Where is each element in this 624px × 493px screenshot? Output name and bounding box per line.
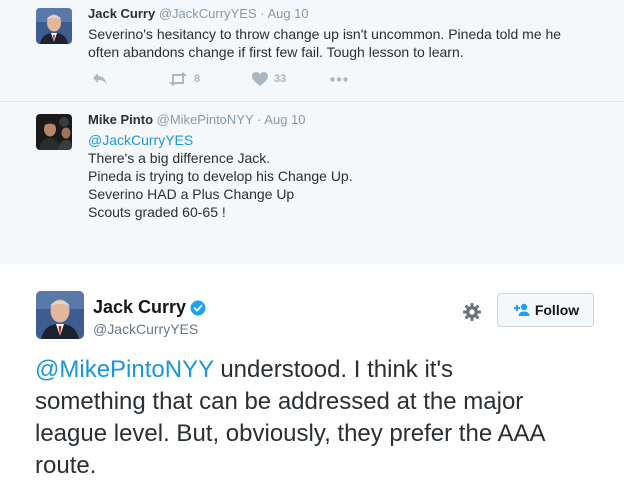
more-icon	[330, 77, 348, 82]
reply-icon	[93, 73, 107, 85]
tweet-line: Pineda is trying to develop his Change U…	[88, 168, 353, 184]
tweet-header: Jack Curry @JackCurryYES · Aug 10	[88, 6, 309, 21]
like-icon	[252, 72, 268, 86]
tweet-line-text: understood. I think it's	[213, 356, 454, 383]
tweet-text: Severino's hesitancy to throw change up …	[88, 25, 598, 61]
avatar[interactable]	[36, 114, 72, 150]
follow-user-icon	[513, 303, 530, 316]
timestamp[interactable]: Aug 10	[267, 6, 308, 21]
timestamp[interactable]: Aug 10	[264, 112, 305, 127]
avatar[interactable]	[36, 8, 72, 44]
tweet-line: league level. But, obviously, they prefe…	[35, 420, 546, 447]
follow-button[interactable]: Follow	[497, 293, 594, 327]
separator: ·	[257, 112, 262, 127]
follow-label: Follow	[534, 302, 580, 318]
username[interactable]: @JackCurryYES	[93, 321, 198, 337]
user-actions-button[interactable]	[460, 300, 484, 324]
username[interactable]: @MikePintoNYY	[157, 112, 254, 127]
tweet-line: @MikePintoNYY understood. I think it's	[35, 354, 605, 386]
permalink-tweet: Jack Curry @JackCurryYES Follow @MikePin…	[0, 264, 624, 493]
fullname[interactable]: Mike Pinto	[88, 112, 153, 127]
verified-icon	[190, 300, 206, 315]
tweet-text: @MikePintoNYY understood. I think it's s…	[35, 354, 605, 482]
mention-link[interactable]: @JackCurryYES	[88, 131, 598, 149]
tweet-line: something that can be addressed at the m…	[35, 388, 524, 415]
retweet-count: 8	[194, 73, 201, 85]
avatar[interactable]	[36, 291, 84, 339]
fullname[interactable]: Jack Curry	[88, 6, 155, 21]
reply-tweet[interactable]: Mike Pinto @MikePintoNYY · Aug 10 @JackC…	[0, 102, 624, 347]
tweet-text: @JackCurryYES There's a big difference J…	[88, 131, 598, 221]
like-count: 33	[274, 73, 287, 85]
tweet-line: Severino HAD a Plus Change Up	[88, 186, 295, 202]
retweet-button[interactable]: 8	[168, 72, 200, 86]
reply-tweet[interactable]: Jack Curry @JackCurryYES · Aug 10 Severi…	[0, 0, 624, 102]
separator: ·	[260, 6, 265, 21]
mention-link[interactable]: @MikePintoNYY	[35, 356, 214, 383]
tweet-line: Severino's hesitancy to throw change up …	[88, 26, 562, 42]
tweet-header: Mike Pinto @MikePintoNYY · Aug 10	[88, 112, 306, 127]
tweet-line: often abandons change if first few fail.…	[88, 44, 464, 60]
fullname[interactable]: Jack Curry	[93, 297, 206, 318]
replies-section: Jack Curry @JackCurryYES · Aug 10 Severi…	[0, 0, 624, 347]
tweet-line: There's a big difference Jack.	[88, 150, 271, 166]
like-button[interactable]: 33	[252, 72, 286, 86]
more-button[interactable]	[330, 77, 348, 82]
gear-icon	[463, 303, 481, 321]
reply-button[interactable]	[92, 72, 108, 86]
tweet-line: route.	[35, 452, 97, 479]
username[interactable]: @JackCurryYES	[159, 6, 257, 21]
fullname-text: Jack Curry	[93, 297, 187, 317]
retweet-icon	[169, 72, 187, 86]
tweet-line: Scouts graded 60-65 !	[88, 204, 226, 220]
